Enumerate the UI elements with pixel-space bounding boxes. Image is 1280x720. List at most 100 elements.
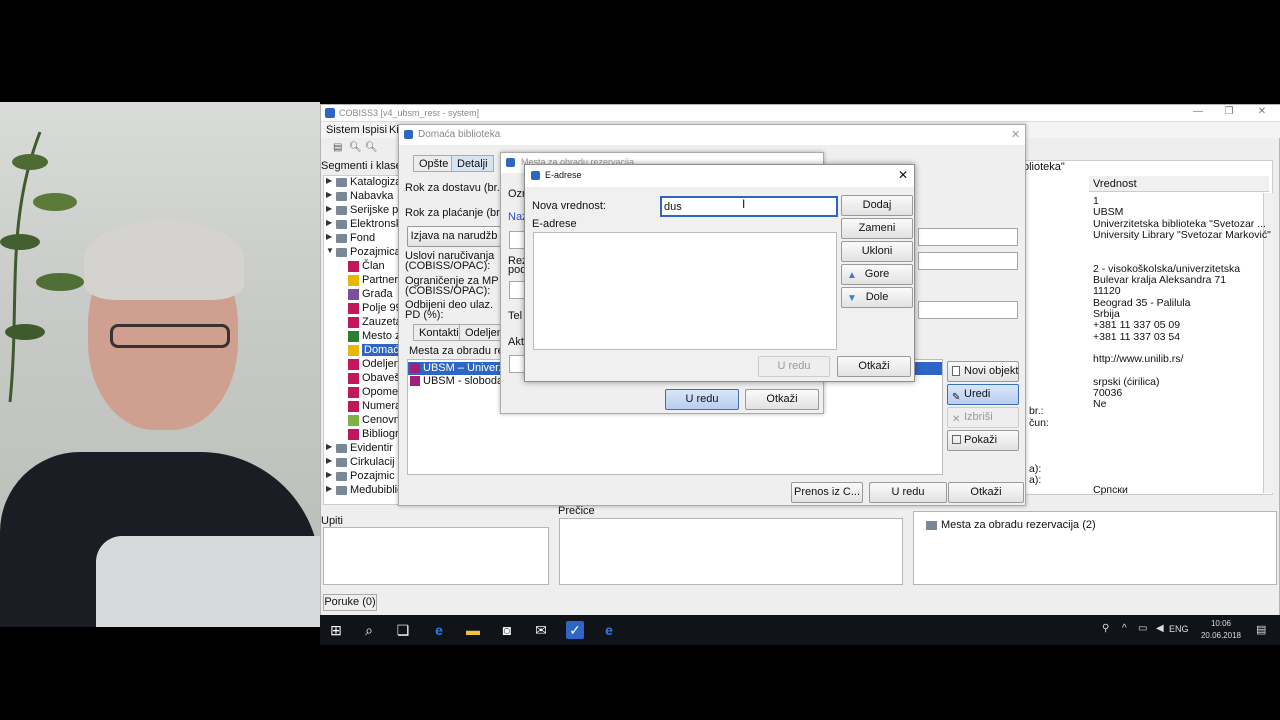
order-statement-button[interactable]: Izjava na narudžb xyxy=(407,226,501,247)
edit-button[interactable]: ✎ Uredi xyxy=(947,384,1019,405)
cancel-button[interactable]: Otkaži xyxy=(948,482,1024,503)
upiti-label: Upiti xyxy=(321,515,344,527)
places-ok-button[interactable]: U redu xyxy=(665,389,739,410)
property-value[interactable]: Српски xyxy=(1093,484,1128,496)
glasses xyxy=(110,324,230,348)
ie-icon[interactable]: e xyxy=(600,621,618,639)
start-icon[interactable]: ⊞ xyxy=(327,621,345,639)
search-icon[interactable]: ⌕ xyxy=(360,621,378,639)
email-ok-button[interactable]: U redu xyxy=(758,356,830,377)
expand-down-icon[interactable]: ▼ xyxy=(326,246,334,255)
close-icon[interactable]: ✕ xyxy=(1247,106,1277,121)
property-value[interactable]: Beograd 35 - Palilula xyxy=(1093,297,1190,309)
field-partial[interactable] xyxy=(918,252,1018,270)
people-icon[interactable]: ⚲ xyxy=(1102,623,1109,634)
new-value-label: Nova vrednost: xyxy=(532,200,606,212)
folder-icon xyxy=(336,486,347,495)
precice-label: Prečice xyxy=(558,505,595,517)
places-cancel-button[interactable]: Otkaži xyxy=(745,389,819,410)
expand-right-icon[interactable]: ▶ xyxy=(326,456,332,465)
add-button[interactable]: Dodaj xyxy=(841,195,913,216)
maximize-icon[interactable]: ❐ xyxy=(1214,106,1244,121)
expand-right-icon[interactable]: ▶ xyxy=(326,484,332,493)
transfer-button[interactable]: Prenos iz C... xyxy=(791,482,863,503)
expand-right-icon[interactable]: ▶ xyxy=(326,190,332,199)
property-value[interactable]: http://www.unilib.rs/ xyxy=(1093,353,1183,365)
expand-right-icon[interactable]: ▶ xyxy=(326,176,332,185)
delete-button[interactable]: ✕ Izbriši xyxy=(947,407,1019,428)
property-value[interactable]: University Library "Svetozar Marković" xyxy=(1093,229,1271,241)
network-icon[interactable]: ▭ xyxy=(1138,623,1147,634)
search-advanced-icon[interactable]: 🔍︎ xyxy=(365,142,378,153)
expand-right-icon[interactable]: ▶ xyxy=(326,470,332,479)
volume-icon[interactable]: ◀ xyxy=(1156,623,1164,634)
tree-item-label: Katalogizac xyxy=(350,176,403,188)
show-button[interactable]: Pokaži xyxy=(947,430,1019,451)
remove-button[interactable]: Ukloni xyxy=(841,241,913,262)
property-value[interactable]: UBSM xyxy=(1093,206,1123,218)
department-icon xyxy=(348,359,359,370)
value-column-header[interactable]: Vrednost xyxy=(1093,178,1137,190)
menu-sistem[interactable]: Sistem xyxy=(326,124,360,136)
close-icon[interactable]: ✕ xyxy=(1011,128,1020,141)
pricelist-icon xyxy=(348,415,359,426)
tree-item-label: Mesto za xyxy=(362,330,403,342)
property-value[interactable]: +381 11 337 05 09 xyxy=(1093,319,1180,331)
up-button[interactable]: ▲ Gore xyxy=(841,264,913,285)
new-value-input[interactable]: dus xyxy=(660,196,838,217)
task-view-icon[interactable]: ❏ xyxy=(394,621,412,639)
email-cancel-button[interactable]: Otkaži xyxy=(837,356,911,377)
field-partial[interactable] xyxy=(918,301,1018,319)
property-key: čun: xyxy=(1029,417,1049,429)
delete-label: Izbriši xyxy=(964,411,993,423)
tray-chevron-icon[interactable]: ^ xyxy=(1122,623,1127,634)
folder-icon xyxy=(336,206,347,215)
show-label: Pokaži xyxy=(964,434,998,446)
history-item[interactable]: Mesta za obradu rezervacija (2) xyxy=(941,519,1096,531)
folder-icon xyxy=(336,248,347,257)
mail-icon[interactable]: ✉ xyxy=(532,621,550,639)
close-icon[interactable]: ✕ xyxy=(898,168,908,182)
material-icon xyxy=(348,289,359,300)
expand-right-icon[interactable]: ▶ xyxy=(326,232,332,241)
property-value[interactable]: 1 xyxy=(1093,195,1099,207)
down-button[interactable]: ▼ Dole xyxy=(841,287,913,308)
edge-icon[interactable]: e xyxy=(430,621,448,639)
menu-ispisi[interactable]: Ispisi xyxy=(362,124,387,136)
field-partial[interactable] xyxy=(918,228,1018,246)
property-value[interactable]: +381 11 337 03 54 xyxy=(1093,331,1180,343)
minimize-icon[interactable]: — xyxy=(1183,106,1213,121)
property-value[interactable]: Srbija xyxy=(1093,308,1120,320)
new-object-button[interactable]: Novi objekt xyxy=(947,361,1019,382)
cobiss-icon[interactable]: ✓ xyxy=(566,621,584,639)
property-value[interactable]: Univerzitetska biblioteka "Svetozar ... xyxy=(1093,218,1266,230)
property-value[interactable]: 70036 xyxy=(1093,387,1122,399)
clock-time: 10:06 xyxy=(1210,619,1232,628)
property-value[interactable]: 11120 xyxy=(1093,285,1121,297)
property-value[interactable]: Bulevar kralja Aleksandra 71 xyxy=(1093,274,1226,286)
replace-button[interactable]: Zameni xyxy=(841,218,913,239)
tab-opste[interactable]: Opšte xyxy=(413,155,455,172)
expand-right-icon[interactable]: ▶ xyxy=(326,204,332,213)
ok-button[interactable]: U redu xyxy=(869,482,947,503)
new-doc-icon[interactable]: ▤ xyxy=(333,142,344,153)
search-icon[interactable]: 🔍︎ xyxy=(349,142,362,153)
tab-kontakti[interactable]: Kontakti xyxy=(413,324,465,341)
label-akt: Akt xyxy=(508,336,524,348)
language-indicator[interactable]: ENG xyxy=(1169,624,1189,634)
clock[interactable]: 10:06 20.06.2018 xyxy=(1196,618,1246,642)
delivery-deadline-label: Rok za dostavu (br. d xyxy=(405,182,509,194)
person-hair xyxy=(84,220,244,300)
tab-detalji[interactable]: Detalji xyxy=(451,155,494,172)
expand-right-icon[interactable]: ▶ xyxy=(326,218,332,227)
property-value[interactable]: 2 - visokoškolska/univerzitetska xyxy=(1093,263,1240,275)
expand-right-icon[interactable]: ▶ xyxy=(326,442,332,451)
tree-item-label: Obavešt xyxy=(362,372,403,384)
property-value[interactable]: srpski (ćirilica) xyxy=(1093,376,1160,388)
notifications-icon[interactable]: ▤ xyxy=(1256,623,1266,636)
property-value[interactable]: Ne xyxy=(1093,398,1106,410)
email-list[interactable] xyxy=(533,232,837,350)
store-icon[interactable]: ◙ xyxy=(498,621,516,639)
file-explorer-icon[interactable]: ▬ xyxy=(464,621,482,639)
messages-button[interactable]: Poruke (0) xyxy=(323,594,377,611)
